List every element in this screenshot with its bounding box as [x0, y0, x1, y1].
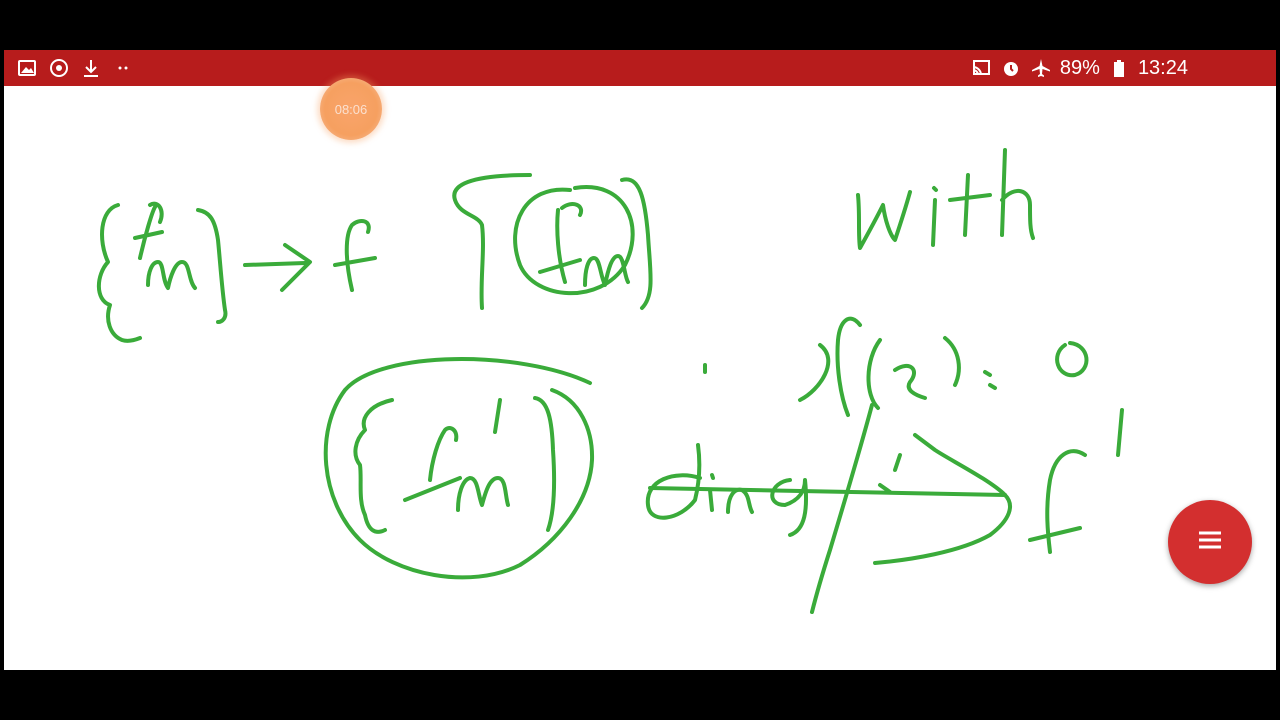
battery-icon — [1108, 57, 1130, 79]
handwritten-ink — [96, 148, 1124, 614]
ink-stroke — [1000, 148, 1035, 240]
ink-stroke — [893, 363, 927, 400]
download-icon — [80, 57, 102, 79]
ink-stroke — [353, 398, 394, 534]
ink-stroke — [873, 433, 1012, 565]
ink-stroke — [533, 396, 557, 532]
alarm-icon — [1000, 57, 1022, 79]
ink-stroke — [1116, 408, 1124, 457]
ink-stroke — [452, 173, 532, 310]
cast-icon — [970, 57, 992, 79]
ink-stroke — [133, 201, 164, 260]
ink-stroke — [983, 370, 997, 390]
ink-stroke — [648, 486, 1007, 497]
ink-stroke — [493, 398, 502, 434]
ink-stroke — [333, 218, 377, 292]
ink-stroke — [243, 243, 312, 292]
airplane-mode-icon — [1030, 57, 1052, 79]
ink-stroke — [856, 190, 912, 250]
ink-stroke — [620, 177, 653, 310]
ink-stroke — [96, 203, 142, 343]
ink-stroke — [645, 443, 702, 520]
ink-stroke — [943, 336, 961, 387]
ink-stroke — [726, 487, 754, 514]
more-notifications-icon — [112, 57, 134, 79]
gallery-icon — [16, 57, 38, 79]
recording-elapsed-time: 08:06 — [334, 101, 368, 117]
status-bar-left — [4, 57, 134, 79]
ink-stroke — [1055, 341, 1089, 378]
status-time: 13:24 — [1137, 56, 1188, 79]
ink-stroke — [538, 202, 584, 284]
ink-stroke — [810, 403, 874, 614]
ink-stroke — [931, 186, 938, 247]
ink-stroke — [866, 338, 882, 410]
whiteboard-canvas[interactable] — [4, 86, 1276, 670]
ink-stroke — [146, 260, 197, 290]
recording-timer-bubble[interactable]: 08:06 — [320, 78, 382, 140]
menu-icon — [1195, 525, 1225, 560]
ink-stroke — [403, 426, 462, 502]
ink-stroke — [456, 476, 510, 512]
ink-stroke — [196, 208, 228, 324]
ink-stroke — [770, 478, 809, 537]
ink-stroke — [798, 316, 862, 417]
status-bar-right: 89% 13:24 — [970, 57, 1276, 80]
ink-stroke — [878, 453, 902, 494]
battery-percent: 89% — [1059, 56, 1100, 79]
ink-stroke — [948, 173, 992, 237]
ink-stroke — [708, 473, 715, 512]
status-bar: 89% 13:24 — [4, 50, 1276, 86]
menu-fab-button[interactable] — [1168, 500, 1252, 584]
ink-stroke — [1028, 449, 1087, 554]
screen-recorder-icon — [48, 57, 70, 79]
